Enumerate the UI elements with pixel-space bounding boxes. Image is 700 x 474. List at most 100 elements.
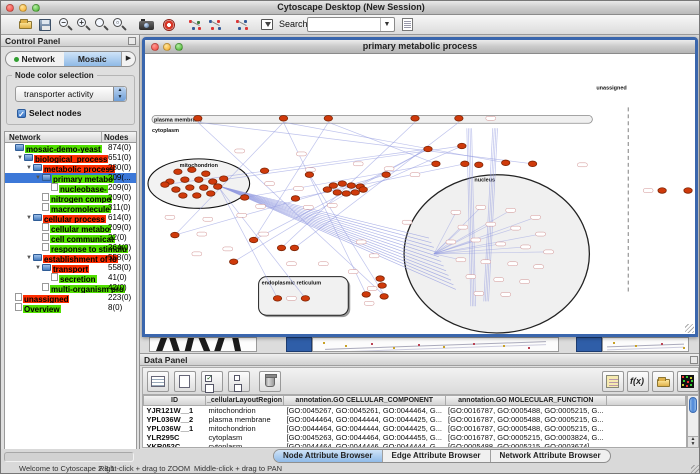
tree-row[interactable]: cellular metabo209(0)	[5, 223, 136, 233]
edge-attribute-network-button[interactable]	[234, 17, 251, 33]
app-resize-grip[interactable]	[691, 465, 700, 474]
window-resize-grip[interactable]	[685, 324, 694, 333]
graph-node[interactable]	[209, 179, 217, 185]
column-network[interactable]: Network	[5, 132, 102, 142]
expander-icon[interactable]: ▼	[35, 263, 42, 273]
help-button[interactable]	[161, 17, 178, 33]
plasma-membrane-region[interactable]	[152, 115, 592, 123]
zoom-selected-button[interactable]: ▫	[112, 17, 129, 33]
expander-icon[interactable]: ▼	[35, 173, 42, 183]
graph-node[interactable]	[351, 190, 359, 196]
search-settings-button[interactable]	[400, 17, 417, 33]
zoom-out-button[interactable]: −	[58, 17, 75, 33]
graph-node[interactable]	[455, 116, 463, 122]
graph-node[interactable]	[273, 296, 281, 302]
create-network-button[interactable]	[187, 17, 204, 33]
graph-node[interactable]	[528, 161, 536, 167]
tab-node-attribute-browser[interactable]: Node Attribute Browser	[274, 450, 383, 462]
table-row[interactable]: YJR121W__1mitochondrion[GO:0045267, GO:0…	[144, 405, 686, 415]
graph-node[interactable]	[291, 196, 299, 202]
graph-node[interactable]	[305, 172, 313, 178]
tree-row[interactable]: secretion41(0)	[5, 273, 136, 283]
graph-node[interactable]	[240, 195, 248, 201]
delete-attribute-button[interactable]	[259, 371, 281, 392]
table-column-header[interactable]	[607, 396, 686, 405]
graph-node[interactable]	[186, 185, 194, 191]
graph-node[interactable]	[188, 167, 196, 173]
network-graph[interactable]: plasma membranecytoplasmmitochondrionnuc…	[145, 54, 695, 334]
table-row[interactable]: YLR295Ccytoplasm[GO:0045263, GO:0044464,…	[144, 433, 686, 442]
scrollbar-thumb[interactable]	[689, 397, 697, 413]
expander-icon[interactable]: ▼	[26, 253, 33, 263]
node-color-dropdown[interactable]: transporter activity ▲▼	[15, 86, 127, 102]
background-window-fragment[interactable]	[602, 337, 689, 352]
graph-node[interactable]	[279, 116, 287, 122]
graph-node[interactable]	[376, 276, 384, 282]
graph-node[interactable]	[333, 190, 341, 196]
import-notes-button[interactable]	[602, 371, 624, 392]
select-all-attributes-button[interactable]: ✓	[201, 371, 223, 392]
graph-node[interactable]	[290, 245, 298, 251]
graph-node[interactable]	[193, 193, 201, 199]
graph-node[interactable]	[161, 182, 169, 188]
graph-node[interactable]	[362, 292, 370, 298]
graph-node[interactable]	[202, 171, 210, 177]
tree-row[interactable]: cell communicat22(0)	[5, 233, 136, 243]
table-column-header[interactable]: _cellularLayoutRegion	[206, 396, 284, 405]
tree-row[interactable]: Overview8(0)	[5, 303, 136, 313]
tree-row[interactable]: macromolecule311(0)	[5, 203, 136, 213]
tab-network[interactable]: Network	[6, 52, 64, 66]
network-canvas[interactable]: plasma membranecytoplasmmitochondrionnuc…	[145, 54, 695, 334]
table-scrollbar[interactable]: ▲▼	[687, 395, 699, 448]
graph-node[interactable]	[338, 181, 346, 187]
graph-node[interactable]	[359, 187, 367, 193]
graph-node[interactable]	[432, 161, 440, 167]
graph-node[interactable]	[260, 168, 268, 174]
graph-node[interactable]	[214, 184, 222, 190]
unselect-all-attributes-button[interactable]	[228, 371, 250, 392]
background-window-fragment[interactable]	[286, 337, 312, 352]
search-dropdown-arrow[interactable]: ▼	[380, 18, 393, 31]
search-input[interactable]	[310, 19, 378, 30]
graph-node[interactable]	[380, 294, 388, 300]
import-attributes-button[interactable]	[652, 371, 674, 392]
graph-node[interactable]	[249, 237, 257, 243]
graph-node[interactable]	[658, 188, 666, 194]
expander-icon[interactable]: ▼	[26, 213, 33, 223]
network-window-titlebar[interactable]: primary metabolic process	[145, 40, 695, 54]
float-panel-icon[interactable]	[690, 356, 698, 364]
graph-node[interactable]	[174, 169, 182, 175]
select-nodes-checkbox[interactable]: ✓	[17, 109, 26, 118]
zoom-in-button[interactable]: +	[76, 17, 93, 33]
graph-node[interactable]	[171, 232, 179, 238]
graph-node[interactable]	[194, 116, 202, 122]
background-window-fragment[interactable]	[576, 337, 602, 352]
graph-node[interactable]	[277, 245, 285, 251]
snapshot-button[interactable]	[138, 17, 155, 33]
graph-node[interactable]	[172, 187, 180, 193]
graph-node[interactable]	[229, 259, 237, 265]
attribute-table[interactable]: ID_cellularLayoutRegionannotation.GO CEL…	[142, 395, 687, 448]
table-column-header[interactable]: annotation.GO CELLULAR_COMPONENT	[284, 396, 446, 405]
tree-row[interactable]: ▼cellular process614(0)	[5, 213, 136, 223]
tree-row[interactable]: ▼primary metabo209(...	[5, 173, 136, 183]
graph-node[interactable]	[324, 116, 332, 122]
zoom-fit-button[interactable]	[94, 17, 111, 33]
tabs-overflow-arrow[interactable]: ▶	[121, 52, 135, 66]
filter-button[interactable]	[259, 17, 276, 33]
attribute-matrix-button[interactable]	[677, 371, 699, 392]
graph-node[interactable]	[378, 283, 386, 289]
expander-icon[interactable]: ▼	[26, 163, 33, 173]
tab-edge-attribute-browser[interactable]: Edge Attribute Browser	[383, 450, 491, 462]
graph-node[interactable]	[347, 183, 355, 189]
graph-node[interactable]	[458, 143, 466, 149]
table-row[interactable]: YPL036W__1mitochondrion[GO:0044464, GO:0…	[144, 424, 686, 433]
graph-node[interactable]	[200, 185, 208, 191]
graph-node[interactable]	[424, 146, 432, 152]
tree-row[interactable]: ▼transport558(0)	[5, 263, 136, 273]
graph-node[interactable]	[461, 161, 469, 167]
tab-network-attribute-browser[interactable]: Network Attribute Browser	[491, 450, 610, 462]
expander-icon[interactable]: ▼	[17, 153, 24, 163]
graph-node[interactable]	[684, 188, 692, 194]
graph-node[interactable]	[475, 162, 483, 168]
